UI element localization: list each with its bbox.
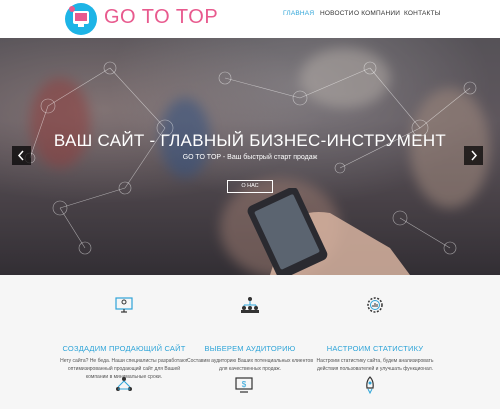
logo-icon[interactable] (64, 2, 98, 36)
nav-news[interactable]: НОВОСТИ (320, 10, 353, 17)
slider-next-button[interactable] (464, 146, 483, 165)
hand-phone-image (247, 188, 410, 275)
nav-home[interactable]: ГЛАВНАЯ (283, 10, 314, 17)
chevron-left-icon (17, 150, 24, 161)
slider-prev-button[interactable] (12, 146, 31, 165)
gear-stats-icon (367, 297, 383, 313)
hero-subtitle: GO TO TOP - Ваш быстрый старт продаж (182, 154, 318, 161)
feature-text: Составим аудиторию Ваших потенциальных к… (186, 358, 313, 372)
chevron-right-icon (471, 150, 478, 161)
dollar-monitor-icon: $ (235, 377, 253, 393)
monitor-pin-icon (115, 297, 133, 313)
svg-text:$: $ (242, 380, 247, 389)
site-header: GO TO TOP ГЛАВНАЯ НОВОСТИ О КОМПАНИИ КОН… (0, 0, 500, 38)
audience-icon (241, 297, 259, 313)
brand-name[interactable]: GO TO TOP (104, 5, 218, 29)
hero-title: ВАШ САЙТ - ГЛАВНЫЙ БИЗНЕС-ИНСТРУМЕНТ (53, 131, 447, 150)
feature-title: НАСТРОИМ СТАТИСТИКУ (326, 344, 424, 353)
nav-contacts[interactable]: КОНТАКТЫ (404, 10, 441, 17)
hero-slider: ВАШ САЙТ - ГЛАВНЫЙ БИЗНЕС-ИНСТРУМЕНТ GO … (0, 38, 500, 275)
nav-about[interactable]: О КОМПАНИИ (354, 10, 400, 17)
about-button[interactable]: О НАС (227, 180, 273, 193)
features-section: СОЗДАДИМ ПРОДАЮЩИЙ САЙТ Нету сайта? Не б… (0, 275, 500, 409)
feature-text: Настроим статистику сайта, будем анализи… (316, 358, 434, 372)
rocket-icon (366, 376, 374, 395)
network-icon (116, 377, 132, 391)
